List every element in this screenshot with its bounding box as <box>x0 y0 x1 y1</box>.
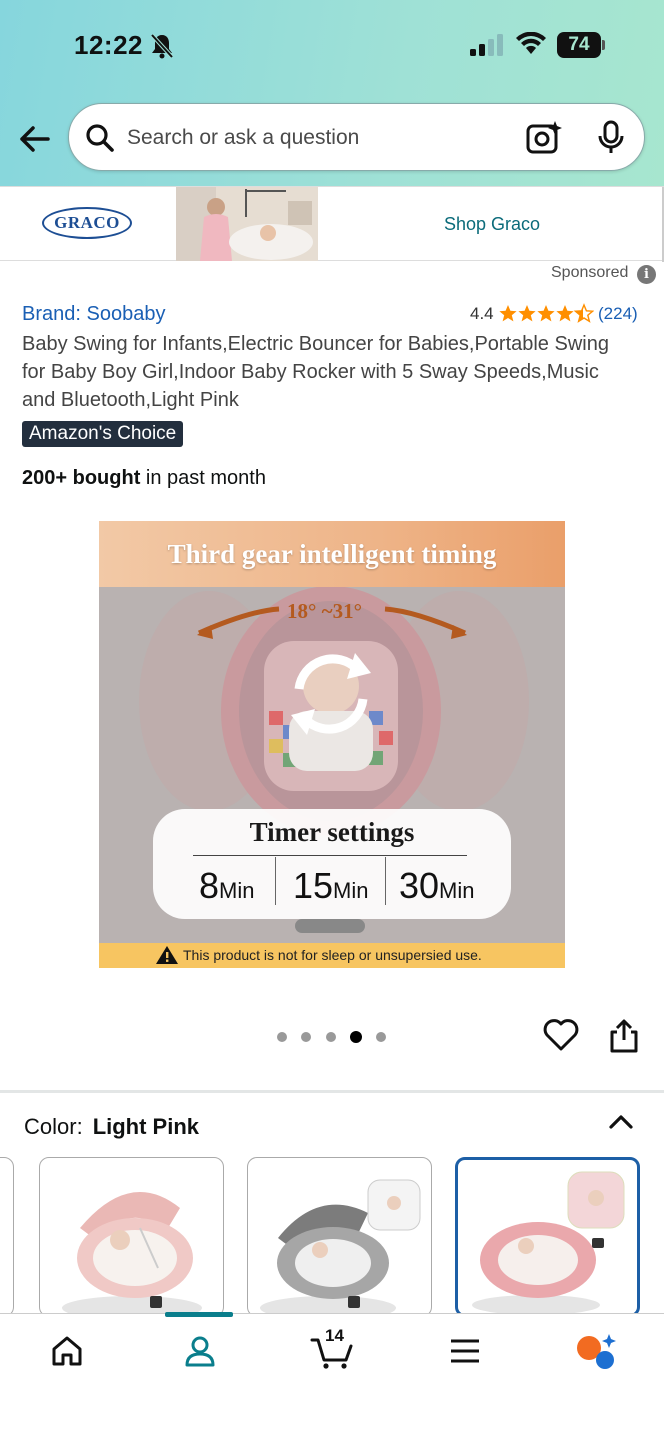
microphone-icon[interactable] <box>597 120 625 156</box>
wifi-icon <box>516 32 546 54</box>
cell-signal-icon <box>470 34 503 56</box>
nav-active-indicator <box>165 1312 233 1317</box>
menu-icon[interactable] <box>449 1338 481 1364</box>
status-time: 12:22 <box>74 30 143 60</box>
timer-settings-panel: Timer settings 8Min 15Min 30Min <box>153 809 511 919</box>
rufus-assistant-icon[interactable] <box>575 1332 617 1370</box>
bought-count: 200+ bought in past month <box>22 467 266 490</box>
rating-count-link[interactable]: (224) <box>598 304 638 324</box>
color-swatch-grey[interactable] <box>247 1157 432 1317</box>
carousel-dot[interactable] <box>277 1032 287 1042</box>
back-arrow-icon[interactable] <box>16 120 54 158</box>
battery-icon: 74 <box>557 32 605 58</box>
sponsored-label: Sponsored <box>551 264 629 281</box>
carousel-dot-active[interactable] <box>350 1031 362 1043</box>
timer-option: 15Min <box>293 865 369 906</box>
timer-option: 8Min <box>199 865 255 906</box>
battery-level: 74 <box>557 32 601 58</box>
account-icon[interactable] <box>183 1334 217 1368</box>
search-input[interactable]: Search or ask a question <box>127 126 359 150</box>
bottom-nav: 14 <box>0 1312 664 1440</box>
info-icon[interactable]: i <box>637 265 656 284</box>
timer-option: 30Min <box>399 865 475 906</box>
image-header-band: Third gear intelligent timing <box>99 521 565 587</box>
app-header: 12:22 74 Search or ask a question <box>0 0 664 186</box>
heart-icon[interactable] <box>543 1018 579 1052</box>
cart-icon[interactable] <box>310 1336 354 1370</box>
search-icon <box>86 124 114 152</box>
carousel-dot[interactable] <box>301 1032 311 1042</box>
shop-graco-link[interactable]: Shop Graco <box>444 214 540 235</box>
banner-photo[interactable] <box>176 187 318 261</box>
home-icon[interactable] <box>50 1334 84 1368</box>
image-header-text: Third gear intelligent timing <box>167 539 497 569</box>
carousel-dot[interactable] <box>326 1032 336 1042</box>
star-rating-icon[interactable] <box>499 302 594 324</box>
color-swatch-pink-canopy[interactable] <box>39 1157 224 1317</box>
warning-bar: This product is not for sleep or unsuper… <box>99 943 565 968</box>
search-bar[interactable]: Search or ask a question <box>68 103 645 171</box>
color-swatch-partial[interactable] <box>0 1157 14 1317</box>
product-title[interactable]: Baby Swing for Infants,Electric Bouncer … <box>22 330 632 414</box>
sway-angle-label: 18° ~31° <box>287 599 362 623</box>
chevron-up-icon[interactable] <box>608 1112 634 1130</box>
amazons-choice-badge: Amazon's Choice <box>22 421 184 447</box>
bought-count-bold: 200+ bought <box>22 467 141 489</box>
timer-settings-title: Timer settings <box>249 817 415 847</box>
sponsored-banner[interactable]: GRACO Shop Graco <box>0 186 664 262</box>
carousel-dot[interactable] <box>376 1032 386 1042</box>
color-label: Color: Light Pink <box>24 1114 200 1139</box>
color-swatch-light-pink-selected[interactable] <box>455 1157 640 1317</box>
camera-lens-icon[interactable] <box>525 120 563 156</box>
bell-muted-icon <box>150 33 174 59</box>
selected-color: Light Pink <box>92 1114 200 1139</box>
product-image[interactable]: Third gear intelligent timing 18° ~31° T… <box>99 521 565 968</box>
rating-value: 4.4 <box>470 304 494 323</box>
bought-count-rest: in past month <box>140 467 266 489</box>
warning-icon <box>156 946 178 964</box>
share-icon[interactable] <box>608 1018 640 1054</box>
graco-logo[interactable]: GRACO <box>42 207 132 239</box>
warning-text: This product is not for sleep or unsuper… <box>183 947 482 963</box>
brand-link[interactable]: Brand: Soobaby <box>22 303 165 326</box>
